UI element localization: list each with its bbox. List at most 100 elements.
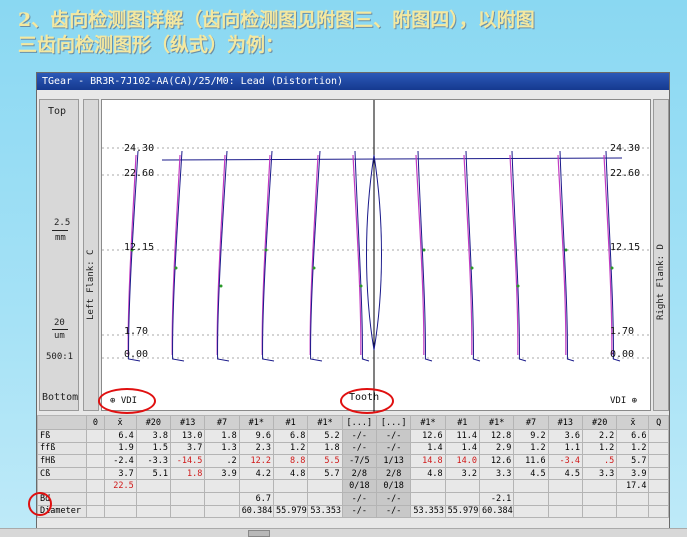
table-cell: 1.8 (204, 429, 240, 443)
sample-point (516, 284, 520, 288)
tick-left-12-15: 12.15 (124, 242, 155, 253)
table-cell (648, 504, 669, 519)
tick-right-12-15: 12.15 (610, 242, 641, 253)
table-cell: 60.384 (238, 504, 275, 519)
table-cell (616, 504, 650, 519)
table-cell: .2 (204, 454, 240, 468)
table-header-cell[interactable]: x̄ (616, 415, 650, 430)
table-cell: 3.7 (103, 466, 137, 481)
table-cell: -7/5 (341, 454, 378, 468)
measured-curve (511, 150, 527, 362)
tick-left-0-00: 0.00 (124, 349, 149, 360)
table-row: Bd 6.7 -/- -/- -2.1 (36, 491, 669, 506)
table-header-cell[interactable]: Q (648, 415, 669, 430)
table-cell: 9.2 (513, 429, 549, 443)
table-cell: 4.8 (273, 466, 309, 481)
table-header-cell[interactable]: #1* (238, 415, 275, 430)
row-label: Cß (36, 466, 88, 481)
table-cell: 1.5 (135, 441, 172, 456)
table-cell (581, 479, 618, 493)
table-header-cell[interactable]: #1* (307, 415, 343, 430)
table-cell (307, 491, 343, 506)
table-cell (86, 504, 105, 519)
table-cell: 5.2 (307, 429, 343, 443)
table-header-cell[interactable]: #20 (581, 415, 618, 430)
table-row: Fß 6.4 3.8 13.0 1.8 9.6 6.8 5.2 -/- -/- 12.6 11.4 12… (36, 429, 669, 443)
table-cell (86, 466, 105, 481)
table-header-cell[interactable]: #7 (204, 415, 240, 430)
row-label (36, 479, 88, 493)
table-cell (478, 479, 515, 493)
top-trace (161, 157, 623, 161)
table-cell (581, 504, 618, 519)
table-cell (273, 479, 309, 493)
table-cell (103, 491, 137, 506)
sample-point (422, 248, 426, 252)
scale-mm-top: 2.5 (54, 218, 71, 228)
table-cell: 17.4 (616, 479, 650, 493)
table-cell: 6.7 (238, 491, 275, 506)
table-cell: 2.3 (238, 441, 275, 456)
table-cell: 9.6 (238, 429, 275, 443)
table-cell (547, 491, 583, 506)
table-cell: 1.4 (444, 441, 480, 456)
micron-value: 20 (54, 318, 65, 328)
lead-plot-area[interactable]: 24.30 22.60 12.15 1.70 0.00 24.30 22.60 … (101, 99, 652, 412)
table-row: Diameter 60.384 55.979 53.353 -/- -/- 53.353 55… (36, 504, 669, 519)
table-header-cell[interactable]: [...] (341, 415, 378, 430)
table-header-cell[interactable]: #20 (135, 415, 172, 430)
annotation-circle-vdi (98, 388, 156, 414)
table-cell (307, 479, 343, 493)
table-cell (444, 491, 480, 506)
table-header-cell[interactable]: #13 (547, 415, 583, 430)
table-header-cell[interactable]: 0 (86, 415, 105, 430)
table-cell: 8.8 (273, 454, 309, 468)
table-cell: 12.8 (478, 429, 515, 443)
horizontal-scrollbar[interactable] (0, 528, 687, 537)
micron-fraction-line (52, 329, 68, 330)
table-cell: 1.1 (547, 441, 583, 456)
scale-mm-unit: mm (55, 233, 66, 243)
table-cell: 0/18 (341, 479, 378, 493)
table-cell: 1.2 (616, 441, 650, 456)
table-header-cell[interactable]: x̄ (103, 415, 137, 430)
table-header-cell[interactable]: #1* (410, 415, 446, 430)
table-header-cell[interactable]: #13 (170, 415, 206, 430)
table-cell (170, 479, 206, 493)
scale-fraction-line (52, 230, 68, 231)
table-cell (204, 491, 240, 506)
table-header-cell[interactable]: #1 (444, 415, 480, 430)
table-cell: 1.3 (204, 441, 240, 456)
scroll-thumb[interactable] (248, 530, 270, 537)
table-cell: 3.3 (478, 466, 515, 481)
table-cell: 53.353 (410, 504, 446, 519)
table-cell (648, 479, 669, 493)
annotation-circle-tooth (340, 388, 394, 414)
vdi-right-label[interactable]: VDI ⊕ (610, 396, 637, 406)
table-header-cell[interactable]: [...] (375, 415, 412, 430)
table-cell: 6.4 (103, 429, 137, 443)
table-cell: 6.8 (273, 429, 309, 443)
window-title[interactable]: TGear - BR3R-7J102-AA(CA)/25/M0: Lead (D… (37, 73, 669, 90)
table-cell: 3.6 (547, 429, 583, 443)
tick-right-0-00: 0.00 (610, 349, 635, 360)
heading-line-2: 三齿向检测图形（纵式）为例： (18, 34, 285, 56)
table-cell: 2/8 (375, 466, 412, 481)
table-cell (86, 491, 105, 506)
tgear-window: TGear - BR3R-7J102-AA(CA)/25/M0: Lead (D… (36, 72, 670, 537)
micron-unit: um (54, 331, 65, 341)
table-cell: 4.5 (513, 466, 549, 481)
magnification-ratio: 500:1 (46, 352, 74, 362)
table-header-cell[interactable]: #7 (513, 415, 549, 430)
table-cell (547, 479, 583, 493)
bottom-label: Bottom (42, 392, 79, 403)
table-cell: 12.6 (410, 429, 446, 443)
table-header-cell[interactable]: #1 (273, 415, 309, 430)
table-cell: 11.6 (513, 454, 549, 468)
left-scale-panel: Top 2.5 mm 20 um 500:1 Bottom (39, 99, 79, 411)
table-cell (170, 504, 206, 519)
table-cell (648, 491, 669, 506)
table-header-cell[interactable]: #1* (478, 415, 515, 430)
tick-right-24-30: 24.30 (610, 143, 641, 154)
table-cell (135, 479, 172, 493)
